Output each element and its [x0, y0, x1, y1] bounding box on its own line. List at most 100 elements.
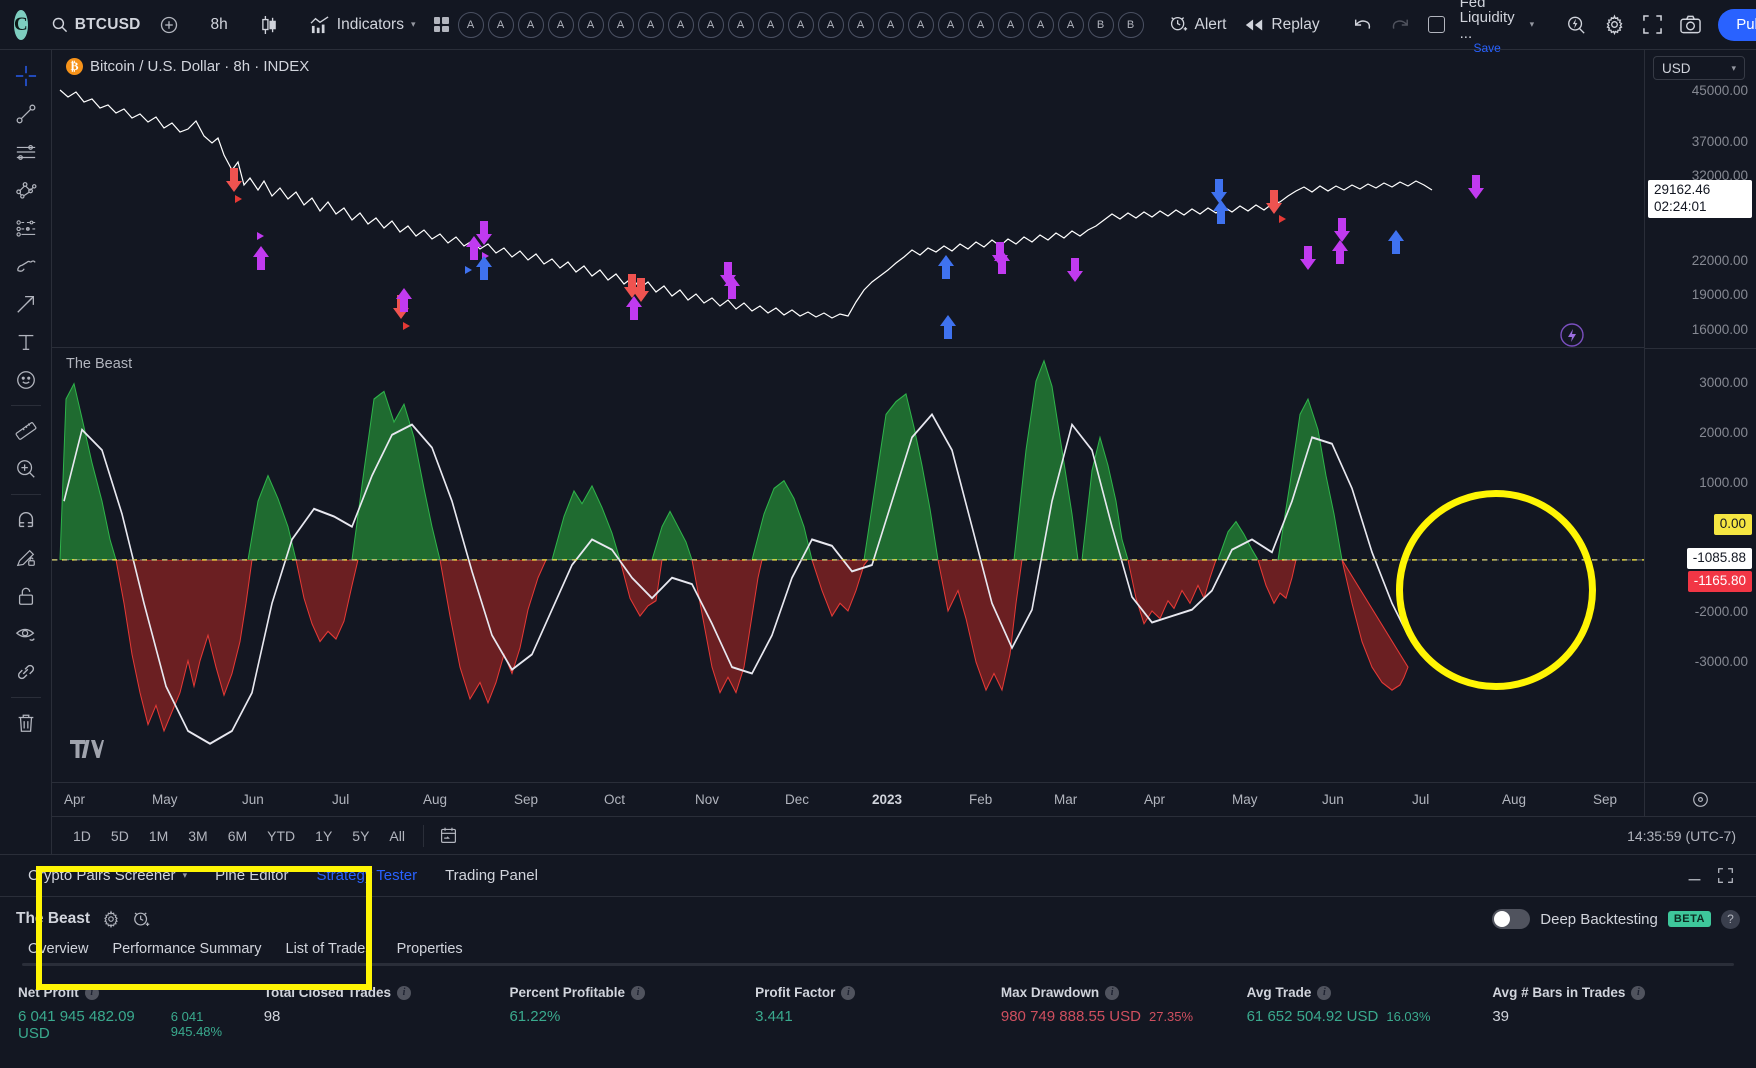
undo-button[interactable] [1343, 8, 1381, 42]
template-badge-11[interactable]: A [787, 11, 814, 38]
redo-button[interactable] [1381, 8, 1419, 42]
template-badge-5[interactable]: A [607, 11, 634, 38]
info-icon[interactable]: i [1631, 985, 1646, 1000]
interval-selector[interactable]: 8h [202, 8, 237, 42]
template-badge-18[interactable]: A [997, 11, 1024, 38]
question-icon[interactable]: ? [1721, 909, 1740, 929]
remove-drawings-tool[interactable] [7, 705, 45, 741]
pattern-tool[interactable] [7, 210, 45, 246]
hide-drawings-tool[interactable] [7, 616, 45, 652]
chart-type-button[interactable] [251, 8, 287, 42]
time-axis[interactable]: Apr May Jun Jul Aug Sep Oct Nov Dec 2023… [52, 782, 1644, 816]
template-badge-8[interactable]: A [697, 11, 724, 38]
template-badge-13[interactable]: A [847, 11, 874, 38]
maximize-icon[interactable] [1717, 867, 1740, 884]
tab-crypto-pairs-screener[interactable]: Crypto Pairs Screener ▾ [16, 861, 199, 890]
drawing-mode-tool[interactable] [7, 540, 45, 576]
template-badge-9[interactable]: A [727, 11, 754, 38]
template-badge-4[interactable]: A [577, 11, 604, 38]
range-6m[interactable]: 6M [219, 824, 256, 848]
deep-backtesting-toggle[interactable] [1492, 909, 1531, 929]
range-all[interactable]: All [380, 824, 414, 848]
info-icon[interactable]: i [84, 985, 99, 1000]
tab-strategy-tester[interactable]: Strategy Tester [304, 861, 429, 890]
info-icon[interactable]: i [1105, 985, 1120, 1000]
template-badge-6[interactable]: A [637, 11, 664, 38]
subtab-performance-summary[interactable]: Performance Summary [100, 941, 273, 957]
template-badge-19[interactable]: A [1027, 11, 1054, 38]
snapshot-button[interactable] [1671, 8, 1710, 42]
template-badge-22[interactable]: B [1117, 11, 1144, 38]
layouts-button[interactable] [425, 8, 458, 42]
crosshair-tool[interactable] [7, 58, 45, 94]
alert-button[interactable]: Alert [1160, 8, 1236, 42]
fullscreen-button[interactable] [1634, 8, 1671, 42]
subtab-scrollbar[interactable] [22, 963, 1734, 966]
template-badge-3[interactable]: A [547, 11, 574, 38]
template-badge-0[interactable]: A [457, 11, 484, 38]
text-tool[interactable] [7, 324, 45, 360]
lock-drawings-tool[interactable] [7, 578, 45, 614]
replay-button[interactable]: Replay [1235, 8, 1328, 42]
template-badge-17[interactable]: A [967, 11, 994, 38]
emoji-tool[interactable] [7, 362, 45, 398]
app-logo[interactable]: C [14, 9, 28, 40]
chevron-down-icon[interactable]: ▾ [411, 19, 416, 30]
template-badge-15[interactable]: A [907, 11, 934, 38]
chart-canvas-area[interactable]: ₿ Bitcoin / U.S. Dollar · 8h · INDEX The… [52, 50, 1644, 782]
range-1m[interactable]: 1M [140, 824, 177, 848]
layout-menu-button[interactable]: ▾ [1521, 8, 1544, 42]
trend-line-tool[interactable] [7, 96, 45, 132]
indicators-button[interactable]: Indicators ▾ [301, 8, 425, 42]
chevron-down-icon[interactable]: ▾ [183, 870, 188, 881]
info-icon[interactable]: i [841, 985, 856, 1000]
tab-trading-panel[interactable]: Trading Panel [433, 861, 550, 890]
info-icon[interactable]: i [1317, 985, 1332, 1000]
range-1y[interactable]: 1Y [306, 824, 341, 848]
brush-tool[interactable] [7, 248, 45, 284]
info-icon[interactable]: i [630, 985, 645, 1000]
sync-drawings-tool[interactable] [7, 654, 45, 690]
range-3m[interactable]: 3M [179, 824, 216, 848]
calendar-icon[interactable] [433, 826, 464, 845]
minimize-icon[interactable] [1686, 867, 1703, 884]
subtab-properties[interactable]: Properties [385, 941, 475, 957]
tab-pine-editor[interactable]: Pine Editor [203, 861, 300, 890]
subtab-overview[interactable]: Overview [16, 941, 100, 957]
template-badge-12[interactable]: A [817, 11, 844, 38]
template-badge-2[interactable]: A [517, 11, 544, 38]
price-scale[interactable]: USD ▾ 45000.00 37000.00 32000.00 26000.0… [1644, 50, 1756, 782]
range-1d[interactable]: 1D [64, 824, 100, 848]
add-symbol-button[interactable] [150, 8, 188, 42]
template-badge-16[interactable]: A [937, 11, 964, 38]
template-badge-7[interactable]: A [667, 11, 694, 38]
template-badge-10[interactable]: A [757, 11, 784, 38]
alarm-clock-icon[interactable] [132, 910, 151, 929]
quick-search-button[interactable] [1557, 8, 1595, 42]
arrow-tool[interactable] [7, 286, 45, 322]
range-5d[interactable]: 5D [102, 824, 138, 848]
horizontal-lines-tool[interactable] [7, 134, 45, 170]
layout-name-button[interactable]: Fed Liquidity ... Save [1454, 0, 1521, 54]
zoom-in-tool[interactable] [7, 451, 45, 487]
indicator-pane[interactable]: The Beast [52, 348, 1644, 782]
pitchfork-tool[interactable] [7, 172, 45, 208]
template-badge-20[interactable]: A [1057, 11, 1084, 38]
info-icon[interactable]: i [397, 985, 411, 1000]
gear-icon[interactable] [102, 910, 120, 928]
layout-preview-button[interactable] [1419, 8, 1454, 42]
template-badge-14[interactable]: A [877, 11, 904, 38]
template-badge-21[interactable]: B [1087, 11, 1114, 38]
currency-selector[interactable]: USD ▾ [1653, 56, 1745, 80]
measure-tool[interactable] [7, 413, 45, 449]
template-badge-1[interactable]: A [487, 11, 514, 38]
publish-button[interactable]: Publish [1718, 8, 1756, 41]
range-ytd[interactable]: YTD [258, 824, 304, 848]
symbol-search[interactable]: BTCUSD [42, 8, 150, 42]
time-axis-settings-button[interactable] [1644, 782, 1756, 816]
magnet-tool[interactable] [7, 502, 45, 538]
settings-button[interactable] [1595, 8, 1634, 42]
subtab-list-of-trades[interactable]: List of Trades [274, 941, 385, 957]
range-5y[interactable]: 5Y [343, 824, 378, 848]
price-pane[interactable]: ₿ Bitcoin / U.S. Dollar · 8h · INDEX [52, 50, 1644, 348]
